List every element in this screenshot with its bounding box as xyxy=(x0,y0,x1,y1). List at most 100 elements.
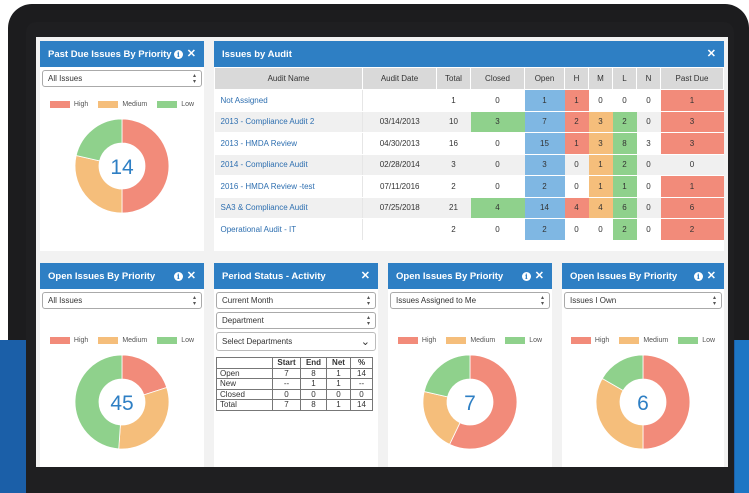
table-cell: 14 xyxy=(350,367,373,379)
table-cell: 15 xyxy=(524,132,565,155)
close-icon[interactable]: ✕ xyxy=(535,270,544,282)
panel-header: Issues by Audit ✕ xyxy=(214,41,724,67)
row-label: Open xyxy=(216,367,273,379)
column-header[interactable]: Past Due xyxy=(660,67,724,90)
table-cell: 1 xyxy=(300,378,327,390)
table-cell: 8 xyxy=(300,399,327,411)
period-select[interactable]: Current Month ▴ ▾ xyxy=(216,292,376,309)
audit-name-link[interactable]: 2014 - Compliance Audit xyxy=(214,154,363,176)
issue-filter-select[interactable]: All Issues ▴ ▾ xyxy=(42,292,202,309)
row-label: Closed xyxy=(216,388,273,400)
priority-donut-chart[interactable]: 6 xyxy=(593,352,693,452)
audit-name-link[interactable]: SA3 & Compliance Audit xyxy=(214,197,363,219)
close-icon[interactable]: ✕ xyxy=(707,48,716,60)
table-cell: 8 xyxy=(612,132,637,155)
priority-donut-chart[interactable]: 14 xyxy=(72,116,172,216)
panel-title: Past Due Issues By Priority xyxy=(48,48,172,60)
legend-low: Low xyxy=(157,337,194,344)
table-cell: 1 xyxy=(524,89,565,112)
table-cell: 14 xyxy=(524,197,565,219)
table-cell: 0 xyxy=(564,175,589,198)
info-icon[interactable]: i xyxy=(173,271,183,281)
table-cell: 0 xyxy=(636,218,661,241)
table-cell: 1 xyxy=(326,399,351,411)
select-value: Select Departments xyxy=(222,337,293,346)
column-header[interactable]: N xyxy=(636,67,661,90)
table-cell: 3 xyxy=(524,154,565,176)
table-cell: 0 xyxy=(612,89,637,112)
info-icon[interactable]: i xyxy=(173,49,183,59)
issue-filter-select[interactable]: All Issues ▴ ▾ xyxy=(42,70,202,87)
table-cell: 8 xyxy=(300,367,327,379)
table-cell: 6 xyxy=(612,197,637,219)
column-header[interactable]: Open xyxy=(524,67,565,90)
table-cell: 4 xyxy=(470,197,525,219)
panel-title: Issues by Audit xyxy=(222,48,292,60)
table-cell: 2 xyxy=(612,218,637,241)
table-header-row: Start End Net % xyxy=(216,357,373,369)
table-row[interactable]: SA3 & Compliance Audit 07/25/2018 21 4 14 4 4 6… xyxy=(214,197,724,219)
table-cell: 0 xyxy=(470,175,525,198)
panel-header: Open Issues By Priority i ✕ xyxy=(562,263,724,289)
close-icon[interactable]: ✕ xyxy=(187,270,196,282)
donut-slice-low[interactable] xyxy=(423,354,471,398)
select-value: Issues Assigned to Me xyxy=(396,296,477,305)
issue-filter-select[interactable]: Issues Assigned to Me ▴ ▾ xyxy=(390,292,550,309)
close-icon[interactable]: ✕ xyxy=(707,270,716,282)
table-row[interactable]: Operational Audit - IT 2 0 2 0 0 2 0 2 xyxy=(214,218,724,241)
panel-header: Open Issues By Priority i ✕ xyxy=(40,263,204,289)
table-row[interactable]: 2016 - HMDA Review -test 07/11/2016 2 0 2 0 1 1… xyxy=(214,175,724,198)
table-row[interactable]: Not Assigned 1 0 1 1 0 0 0 1 xyxy=(214,89,724,112)
table-cell: 3 xyxy=(588,132,613,155)
column-header[interactable]: Audit Name xyxy=(214,67,363,90)
legend-high: High xyxy=(49,337,88,344)
audit-name-link[interactable]: Operational Audit - IT xyxy=(214,218,363,241)
table-cell: 0 xyxy=(636,89,661,112)
table-row[interactable]: 2013 - Compliance Audit 2 03/14/2013 10 3 7 2… xyxy=(214,111,724,133)
panel-title: Open Issues By Priority xyxy=(48,270,156,282)
info-icon[interactable]: i xyxy=(693,271,703,281)
table-cell: 0 xyxy=(636,197,661,219)
open-issues-panel: Open Issues By Priority i ✕ All Issues ▴… xyxy=(40,263,204,467)
column-header[interactable]: Total xyxy=(436,67,471,90)
department-select[interactable]: Department ▴ ▾ xyxy=(216,312,376,329)
issue-filter-select[interactable]: Issues I Own ▴ ▾ xyxy=(564,292,722,309)
legend-medium: Medium xyxy=(98,337,147,344)
column-header[interactable]: L xyxy=(612,67,637,90)
close-icon[interactable]: ✕ xyxy=(187,48,196,60)
table-cell: 0 xyxy=(636,111,661,133)
column-header[interactable]: H xyxy=(564,67,589,90)
column-header[interactable]: Closed xyxy=(470,67,525,90)
table-cell: 0 xyxy=(470,132,525,155)
table-cell: 1 xyxy=(436,89,471,112)
select-arrows-icon: ▴ ▾ xyxy=(366,314,370,327)
table-cell: 04/30/2013 xyxy=(362,132,437,155)
close-icon[interactable]: ✕ xyxy=(361,270,370,282)
donut-slice-high[interactable] xyxy=(642,354,691,450)
departments-multiselect[interactable]: Select Departments ⌄ xyxy=(216,332,376,351)
column-header: End xyxy=(300,357,327,369)
priority-donut-chart[interactable]: 7 xyxy=(420,352,520,452)
table-cell: 0 xyxy=(300,388,327,400)
table-cell: 1 xyxy=(564,89,589,112)
priority-donut-chart[interactable]: 45 xyxy=(72,352,172,452)
column-header[interactable]: M xyxy=(588,67,613,90)
donut-slice-medium[interactable] xyxy=(595,377,644,450)
table-cell: 3 xyxy=(470,111,525,133)
audit-name-link[interactable]: 2013 - Compliance Audit 2 xyxy=(214,111,363,133)
chevron-down-icon: ⌄ xyxy=(360,336,370,348)
table-cell: 0 xyxy=(564,154,589,176)
column-header[interactable]: Audit Date xyxy=(362,67,437,90)
table-cell: 1 xyxy=(660,175,724,198)
info-icon[interactable]: i xyxy=(521,271,531,281)
audit-name-link[interactable]: 2016 - HMDA Review -test xyxy=(214,175,363,198)
table-row[interactable]: 2014 - Compliance Audit 02/28/2014 3 0 3 0 1 2 0… xyxy=(214,154,724,176)
donut-slice-low[interactable] xyxy=(75,118,123,162)
legend-low: Low xyxy=(678,337,715,344)
audit-name-link[interactable]: Not Assigned xyxy=(214,89,363,112)
donut-slice-high[interactable] xyxy=(121,354,168,396)
table-cell: 2 xyxy=(612,154,637,176)
audit-name-link[interactable]: 2013 - HMDA Review xyxy=(214,132,363,155)
table-row[interactable]: 2013 - HMDA Review 04/30/2013 16 0 15 1 3 8 3 3 xyxy=(214,132,724,155)
donut-total-label: 14 xyxy=(110,156,134,179)
